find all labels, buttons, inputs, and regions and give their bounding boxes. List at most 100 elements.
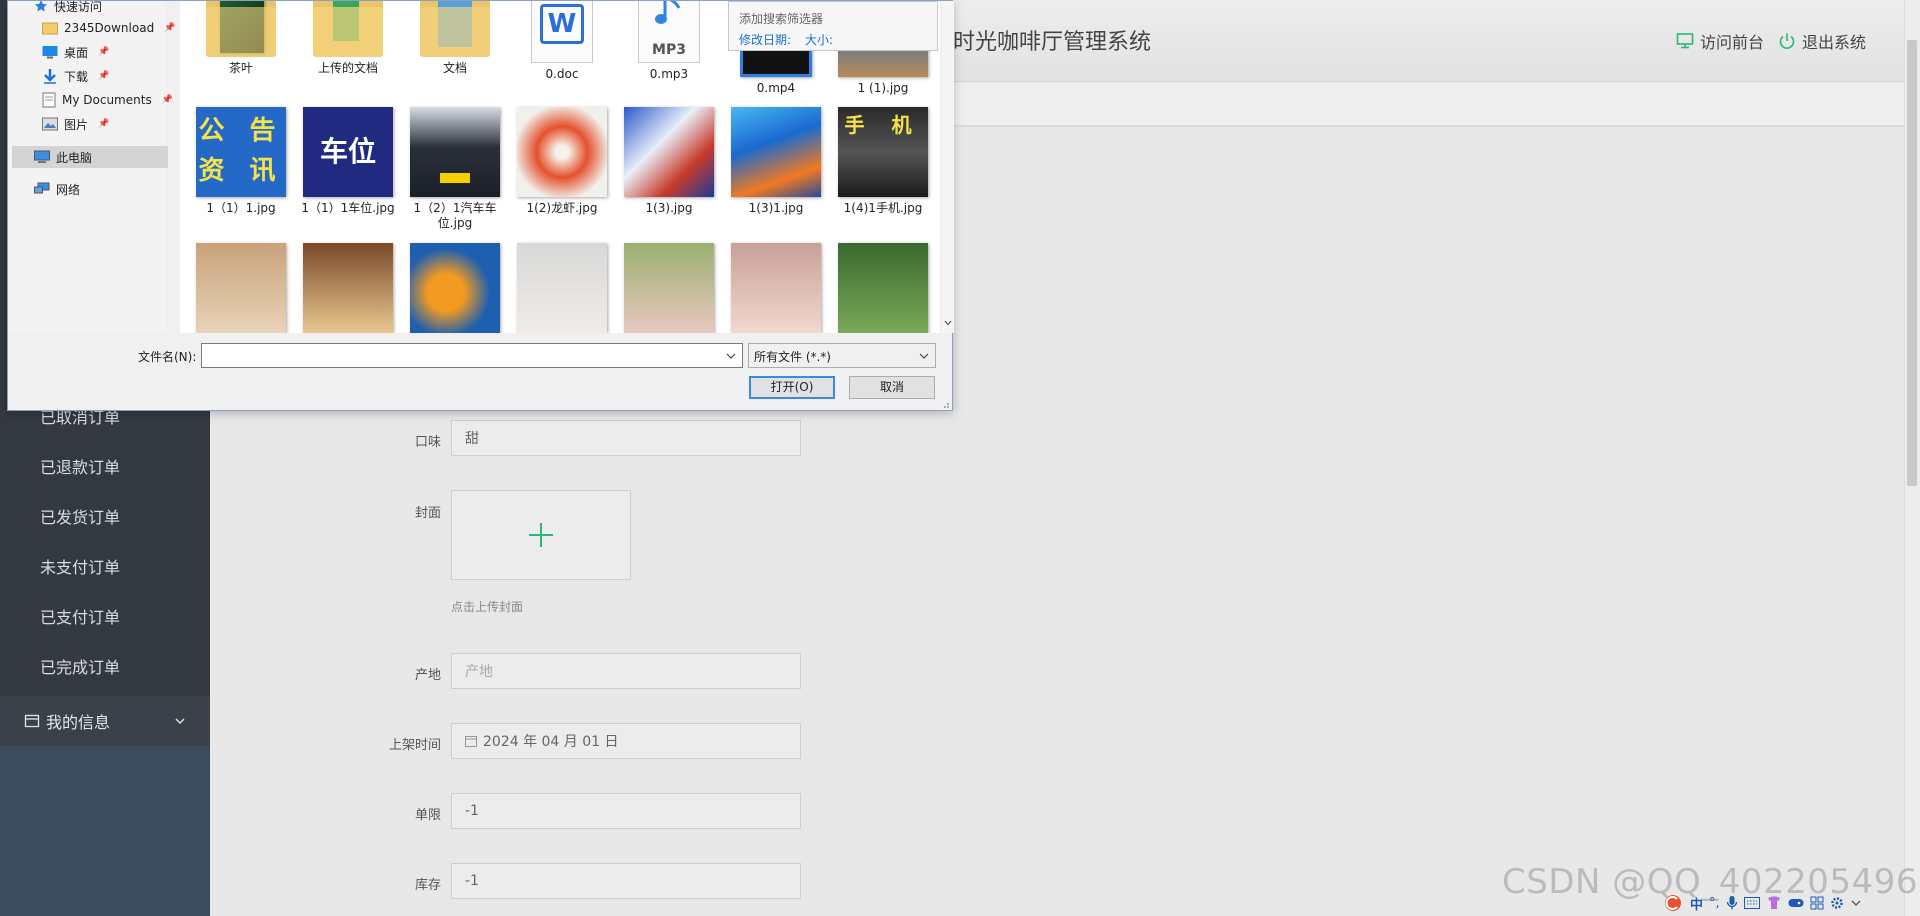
computer-icon <box>34 150 50 163</box>
file-item[interactable] <box>512 243 612 333</box>
chevron-down-icon[interactable] <box>1850 897 1862 909</box>
file-item[interactable]: 茶叶 <box>191 1 291 76</box>
filter-title: 添加搜索筛选器 <box>739 12 824 26</box>
taste-input[interactable]: 甜 <box>451 420 801 456</box>
sidebar-item-shipped-orders[interactable]: 已发货订单 <box>40 504 120 528</box>
mp3-file-icon: MP3 <box>638 1 700 63</box>
filter-size-link[interactable]: 大小: <box>805 33 833 47</box>
visit-front-button[interactable]: 访问前台 <box>1676 29 1764 53</box>
filename-input[interactable] <box>201 343 743 368</box>
file-item[interactable]: 1（2）1汽车车位.jpg <box>405 107 505 231</box>
file-item[interactable]: 上传的文档 <box>298 1 398 76</box>
calendar-icon <box>465 736 477 747</box>
pin-icon[interactable]: 📌 <box>162 95 173 105</box>
game-controller-icon[interactable] <box>1788 897 1804 909</box>
nav-label: 图片 <box>64 117 89 132</box>
nav-this-pc[interactable]: 此电脑 <box>12 146 168 168</box>
file-item[interactable]: 公 告 资 讯 1（1）1.jpg <box>191 107 291 216</box>
nav-label: 2345Download <box>64 21 155 35</box>
open-button[interactable]: 打开(O) <box>749 376 835 399</box>
shelf-time-value: 2024 年 04 月 01 日 <box>483 734 619 750</box>
pin-icon[interactable]: 📌 <box>98 119 109 129</box>
file-list: 茶叶 上传的文档 文档 W 0.doc MP3 0.mp3 0.mp4 1 (1… <box>180 1 940 333</box>
sidebar-group-label: 我的信息 <box>46 713 111 732</box>
file-item[interactable]: 车位 1（1）1车位.jpg <box>298 107 398 216</box>
limit-input[interactable]: -1 <box>451 793 801 829</box>
file-name: 1(3)1.jpg <box>748 201 804 215</box>
file-name: 文档 <box>442 61 467 75</box>
mp3-label: MP3 <box>652 42 686 58</box>
file-item[interactable]: MP3 0.mp3 <box>619 1 719 82</box>
file-type-select[interactable]: 所有文件 (*.*) <box>748 343 936 368</box>
punctuation-icon[interactable]: °, <box>1709 896 1720 911</box>
file-item[interactable]: W 0.doc <box>512 1 612 82</box>
nav-pictures[interactable]: 图片 📌 <box>42 113 109 135</box>
notice-thumbnail: 公 告 资 讯 <box>196 107 286 197</box>
file-item[interactable]: 1(3)1.jpg <box>726 107 826 216</box>
file-name: 1 (1).jpg <box>857 81 909 95</box>
file-name: 茶叶 <box>228 61 253 75</box>
anime-thumbnail <box>731 107 821 197</box>
power-icon <box>1779 33 1795 49</box>
nav-desktop[interactable]: 桌面 📌 <box>42 41 109 63</box>
stock-input[interactable]: -1 <box>451 863 801 899</box>
app-title: 时光咖啡厅管理系统 <box>953 30 1152 55</box>
nav-quick-access[interactable]: 快速访问 <box>34 0 102 17</box>
pin-icon[interactable]: 📌 <box>164 23 175 33</box>
sidebar-item-paid-orders[interactable]: 已支付订单 <box>40 604 120 628</box>
cancel-button[interactable]: 取消 <box>849 376 935 399</box>
cover-hint: 点击上传封面 <box>451 600 524 614</box>
monitor-icon <box>1676 33 1694 49</box>
nav-my-documents[interactable]: My Documents 📌 <box>42 89 173 111</box>
pin-icon[interactable]: 📌 <box>98 71 109 81</box>
chevron-down-icon[interactable] <box>726 351 736 361</box>
file-item[interactable] <box>726 243 826 333</box>
file-list-scrollbar[interactable] <box>942 1 954 333</box>
file-item[interactable]: 1(2)龙虾.jpg <box>512 107 612 216</box>
orange-thumbnail <box>410 243 500 333</box>
skin-icon[interactable] <box>1766 896 1782 910</box>
parking-thumbnail: 车位 <box>303 107 393 197</box>
sidebar-group-my-info[interactable]: 我的信息 <box>0 696 210 746</box>
filter-modified-link[interactable]: 修改日期: <box>739 33 791 47</box>
folder-icon <box>42 22 58 35</box>
pin-icon[interactable]: 📌 <box>98 47 109 57</box>
nav-network[interactable]: 网络 <box>34 178 80 200</box>
file-name: 1(3).jpg <box>645 201 693 215</box>
file-item[interactable] <box>298 243 398 333</box>
word-doc-icon: W <box>531 1 593 63</box>
lobster-thumbnail <box>517 107 607 197</box>
page-scrollbar-thumb[interactable] <box>1907 40 1917 486</box>
settings-icon[interactable] <box>1830 896 1844 910</box>
sidebar-item-completed-orders[interactable]: 已完成订单 <box>40 654 120 678</box>
resize-grip-icon[interactable] <box>940 399 950 409</box>
file-name: 1(2)龙虾.jpg <box>526 201 598 215</box>
logout-label: 退出系统 <box>1802 33 1867 52</box>
logout-button[interactable]: 退出系统 <box>1778 29 1866 53</box>
file-item[interactable] <box>405 243 505 333</box>
file-item[interactable]: 1(3).jpg <box>619 107 719 216</box>
file-item[interactable] <box>191 243 291 333</box>
book-thumbnail <box>303 243 393 333</box>
file-item[interactable] <box>833 243 933 333</box>
file-item[interactable]: 手 机 1(4)1手机.jpg <box>833 107 933 216</box>
nav-2345download[interactable]: 2345Download 📌 <box>42 17 175 39</box>
shelf-time-label: 上架时间 <box>388 738 441 753</box>
ime-indicator[interactable]: 中 <box>1690 894 1703 913</box>
file-item[interactable]: 文档 <box>405 1 505 76</box>
sidebar-item-refunded-orders[interactable]: 已退款订单 <box>40 454 120 478</box>
file-name: 0.mp4 <box>756 81 796 95</box>
file-item[interactable] <box>619 243 719 333</box>
scroll-down-icon[interactable] <box>944 319 952 327</box>
microphone-icon[interactable] <box>1726 895 1738 911</box>
sidebar-item-unpaid-orders[interactable]: 未支付订单 <box>40 554 120 578</box>
grid-icon[interactable] <box>1810 896 1824 910</box>
file-name: 1(4)1手机.jpg <box>843 201 923 215</box>
origin-input[interactable]: 产地 <box>451 653 801 689</box>
limit-label: 单限 <box>414 808 441 823</box>
file-name: 1（1）1车位.jpg <box>301 201 395 215</box>
nav-downloads[interactable]: 下载 📌 <box>42 65 109 87</box>
keyboard-icon[interactable] <box>1743 897 1760 909</box>
cover-upload-button[interactable] <box>451 490 631 580</box>
shelf-time-input[interactable]: 2024 年 04 月 01 日 <box>451 723 801 759</box>
